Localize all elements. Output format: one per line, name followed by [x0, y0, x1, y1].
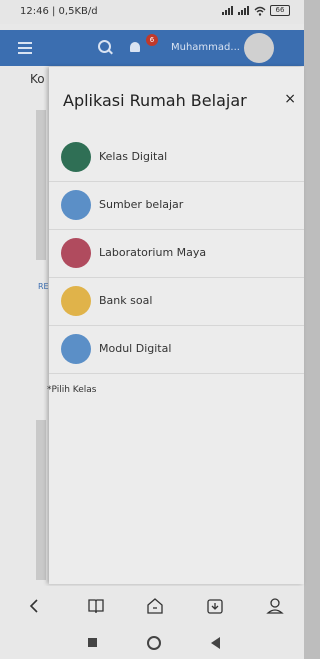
background-heading: Ko: [30, 72, 45, 86]
notification-badge: 6: [146, 34, 158, 46]
status-icons: 66: [222, 5, 290, 16]
book-icon[interactable]: [86, 596, 106, 616]
menu-item-laboratorium-maya[interactable]: Laboratorium Maya: [49, 230, 304, 278]
kelas-digital-icon: [61, 142, 91, 172]
laboratorium-maya-icon: [61, 238, 91, 268]
status-time: 12:46 | 0,5KB/d: [20, 6, 98, 17]
rumah-belajar-drawer: Aplikasi Rumah Belajar × Kelas Digital S…: [47, 67, 304, 584]
system-nav-bar: [0, 626, 304, 659]
user-name[interactable]: Muhammad...: [171, 42, 240, 53]
background-card-1: [36, 110, 46, 260]
menu-icon[interactable]: [18, 42, 32, 57]
menu-item-kelas-digital[interactable]: Kelas Digital: [49, 134, 304, 182]
bank-soal-icon: [61, 286, 91, 316]
profile-icon[interactable]: [265, 596, 285, 616]
menu-item-modul-digital[interactable]: Modul Digital: [49, 326, 304, 374]
app-bar: 6 Muhammad...: [0, 30, 304, 66]
search-icon[interactable]: [98, 40, 111, 53]
sumber-belajar-icon: [61, 190, 91, 220]
signal-icon-2: [238, 6, 250, 15]
menu-item-bank-soal[interactable]: Bank soal: [49, 278, 304, 326]
browser-bottom-nav: [0, 586, 304, 626]
status-bar: 12:46 | 0,5KB/d 66: [0, 0, 304, 24]
signal-icon: [222, 6, 234, 15]
menu-item-label: Laboratorium Maya: [99, 246, 207, 259]
download-folder-icon[interactable]: [205, 596, 225, 616]
notification-bell-icon[interactable]: [130, 42, 140, 52]
background-label: RE: [38, 282, 49, 291]
app-menu: Kelas Digital Sumber belajar Laboratoriu…: [49, 134, 304, 374]
menu-item-label: Kelas Digital: [99, 150, 168, 163]
avatar[interactable]: [244, 33, 274, 63]
drawer-title: Aplikasi Rumah Belajar: [63, 91, 247, 110]
back-icon[interactable]: [25, 596, 45, 616]
battery-icon: 66: [270, 5, 290, 16]
wifi-icon: [254, 6, 266, 16]
menu-item-label: Sumber belajar: [99, 198, 184, 211]
home-icon[interactable]: [145, 596, 165, 616]
modul-digital-icon: [61, 334, 91, 364]
menu-item-sumber-belajar[interactable]: Sumber belajar: [49, 182, 304, 230]
pilih-kelas-link[interactable]: *Pilih Kelas: [47, 385, 97, 395]
home-circle-icon[interactable]: [147, 636, 161, 650]
background-card-2: [36, 420, 46, 580]
app-screen: 12:46 | 0,5KB/d 66 6 Muhammad... Ko RE A…: [0, 0, 304, 659]
pilih-kelas-label: Pilih Kelas: [51, 385, 97, 395]
back-triangle-icon[interactable]: [211, 637, 220, 649]
menu-item-label: Bank soal: [99, 294, 153, 307]
close-icon[interactable]: ×: [284, 91, 296, 107]
recent-apps-icon[interactable]: [88, 638, 97, 647]
menu-item-label: Modul Digital: [99, 342, 172, 355]
